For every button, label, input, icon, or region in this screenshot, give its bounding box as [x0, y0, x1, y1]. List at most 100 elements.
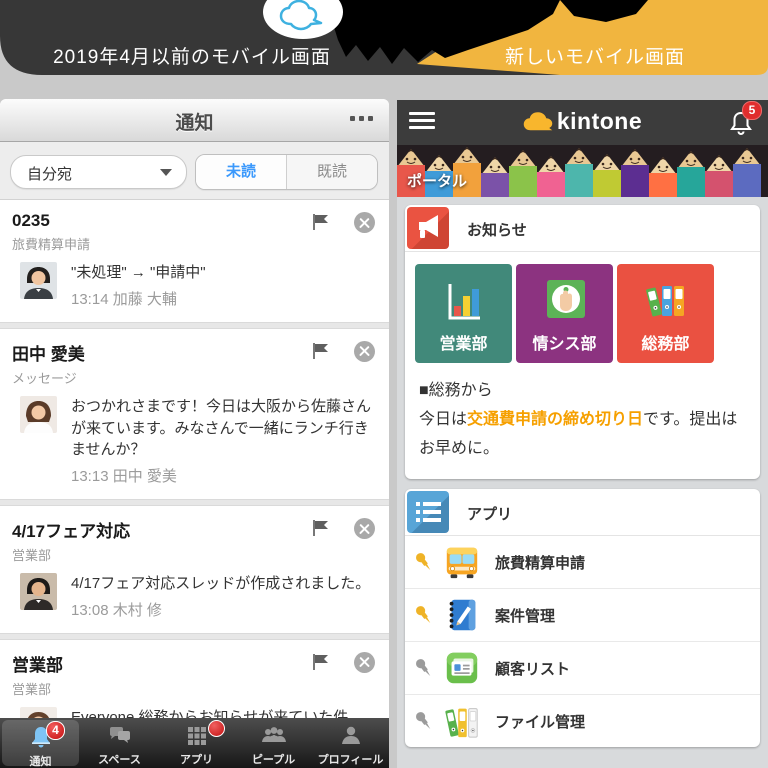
portal-label: ポータル [407, 170, 467, 191]
flag-icon[interactable] [311, 519, 331, 537]
notification-category: メッセージ [12, 368, 377, 387]
notifications-bell-button[interactable]: 5 [728, 109, 756, 137]
customer-card-app-icon [443, 649, 481, 687]
portal-cover-image: ポータル [397, 145, 768, 197]
tab-label: スペース [81, 751, 158, 767]
tile-label: 営業部 [415, 330, 512, 354]
close-icon[interactable] [354, 212, 375, 233]
announcement-text: ■総務から 今日は交通費申請の締め切り日です。提出はお早めに。 [405, 375, 760, 479]
tile-general-affairs[interactable]: 総務部 [617, 264, 714, 363]
flag-icon[interactable] [311, 213, 331, 231]
tab-label: アプリ [158, 751, 235, 767]
notification-meta: 13:13 田中 愛美 [71, 465, 377, 486]
notification-item[interactable]: 田中 愛美 メッセージ おつかれさまです！今日は大阪から佐藤さんが来ています。み… [0, 329, 389, 499]
announcement-heading: ■総務から [419, 377, 746, 406]
new-badge-dot [208, 720, 225, 737]
app-row-travel-expense[interactable]: 旅費精算申請 [405, 536, 760, 588]
chevron-down-icon [160, 169, 172, 176]
avatar [20, 573, 57, 610]
old-version-banner: 2019年4月以前のモバイル画面 [32, 42, 352, 69]
tab-notifications[interactable]: 4 通知 [2, 720, 79, 766]
divider [0, 633, 389, 640]
filter-bar: 自分宛 未読 既読 [0, 142, 389, 200]
app-label: 旅費精算申請 [495, 552, 585, 573]
announcement-body: 今日は交通費申請の締め切り日です。提出はお早めに。 [419, 406, 746, 464]
notebook-app-icon [443, 596, 481, 634]
notification-list: 0235 旅費精算申請 "未処理" → "申請中" 13:14 加藤 大輔 [0, 200, 389, 719]
notification-count-badge: 4 [46, 721, 65, 740]
app-label: 顧客リスト [495, 658, 570, 679]
grid-icon [184, 722, 210, 748]
pin-icon [413, 550, 435, 574]
brand-name: kintone [557, 108, 642, 135]
tile-sales[interactable]: 営業部 [415, 264, 512, 363]
notification-message: "未処理" → "申請中" [71, 262, 206, 284]
tile-label: 総務部 [617, 330, 714, 354]
person-icon [338, 722, 364, 748]
bottom-tab-bar: 4 通知 スペース アプリ [0, 718, 389, 768]
bar-chart-icon [440, 276, 488, 328]
read-state-segmented-control: 未読 既読 [195, 154, 378, 190]
announcements-card: お知らせ 営業部 [405, 205, 760, 479]
kintone-logo: kintone [397, 108, 768, 135]
tab-apps[interactable]: アプリ [158, 718, 235, 768]
flag-icon[interactable] [311, 342, 331, 360]
people-icon [261, 722, 287, 748]
old-title-bar: 通知 [0, 99, 389, 142]
bell-count-badge: 5 [742, 101, 762, 120]
tab-label: プロフィール [312, 751, 389, 767]
kintone-cloud-icon [523, 110, 553, 134]
app-row-file-management[interactable]: ファイル管理 [405, 694, 760, 747]
portal-body: お知らせ 営業部 [397, 197, 768, 765]
app-row-case-management[interactable]: 案件管理 [405, 588, 760, 641]
tab-profile[interactable]: プロフィール [312, 718, 389, 768]
notification-category: 営業部 [12, 679, 377, 698]
tab-spaces[interactable]: スペース [81, 718, 158, 768]
tab-people[interactable]: ピープル [235, 718, 312, 768]
tab-label: 通知 [2, 753, 79, 768]
notification-message: 4/17フェア対応スレッドが作成されました。 [71, 573, 370, 595]
tab-label: ピープル [235, 751, 312, 767]
new-version-banner: 新しいモバイル画面 [465, 42, 725, 69]
chat-bubbles-icon [107, 722, 133, 748]
notification-item[interactable]: 0235 旅費精算申請 "未処理" → "申請中" 13:14 加藤 大輔 [0, 200, 389, 322]
divider [0, 499, 389, 506]
announcement-body-highlight: 交通費申請の締め切り日 [467, 411, 643, 428]
notification-meta: 13:08 木村 修 [71, 599, 370, 620]
app-row-customer-list[interactable]: 顧客リスト [405, 641, 760, 694]
close-icon[interactable] [354, 652, 375, 673]
list-icon [407, 491, 449, 533]
announcements-header: お知らせ [405, 205, 760, 252]
tab-unread[interactable]: 未読 [196, 155, 286, 189]
close-icon[interactable] [354, 341, 375, 362]
old-mobile-screen: 通知 自分宛 未読 既読 0235 旅費精算申請 [0, 99, 389, 768]
tile-it[interactable]: 情シス部 [516, 264, 613, 363]
apps-header: アプリ [405, 489, 760, 536]
card-title: お知らせ [467, 219, 527, 240]
pin-icon [413, 709, 435, 733]
notification-item[interactable]: 営業部 営業部 Everyone 総務からお知らせが来ていた件、今日中にご対応よ… [0, 640, 389, 719]
notification-item[interactable]: 4/17フェア対応 営業部 4/17フェア対応スレッドが作成されました。 13:… [0, 506, 389, 633]
close-icon[interactable] [354, 518, 375, 539]
binders-icon [642, 276, 690, 328]
avatar [20, 396, 57, 433]
page-title: 通知 [0, 108, 389, 135]
notification-message: おつかれさまです！今日は大阪から佐藤さんが来ています。みなさんで一緒にランチ行き… [71, 396, 377, 461]
new-mobile-screen: kintone 5 [397, 100, 768, 768]
megaphone-icon [407, 207, 449, 249]
dropdown-value: 自分宛 [27, 163, 72, 184]
bus-app-icon [443, 543, 481, 581]
tile-label: 情シス部 [516, 330, 613, 354]
pin-icon [413, 603, 435, 627]
recipient-filter-dropdown[interactable]: 自分宛 [10, 155, 187, 189]
page: 2019年4月以前のモバイル画面 新しいモバイル画面 通知 自分宛 未読 既読 … [0, 0, 768, 768]
flag-icon[interactable] [311, 653, 331, 671]
notification-meta: 13:14 加藤 大輔 [71, 288, 206, 309]
more-menu-button[interactable] [350, 116, 373, 121]
card-title: アプリ [467, 503, 512, 524]
tab-read[interactable]: 既読 [286, 155, 377, 189]
pin-icon [413, 656, 435, 680]
notification-category: 旅費精算申請 [12, 234, 377, 253]
app-label: ファイル管理 [495, 711, 585, 732]
hand-press-icon [541, 276, 589, 328]
